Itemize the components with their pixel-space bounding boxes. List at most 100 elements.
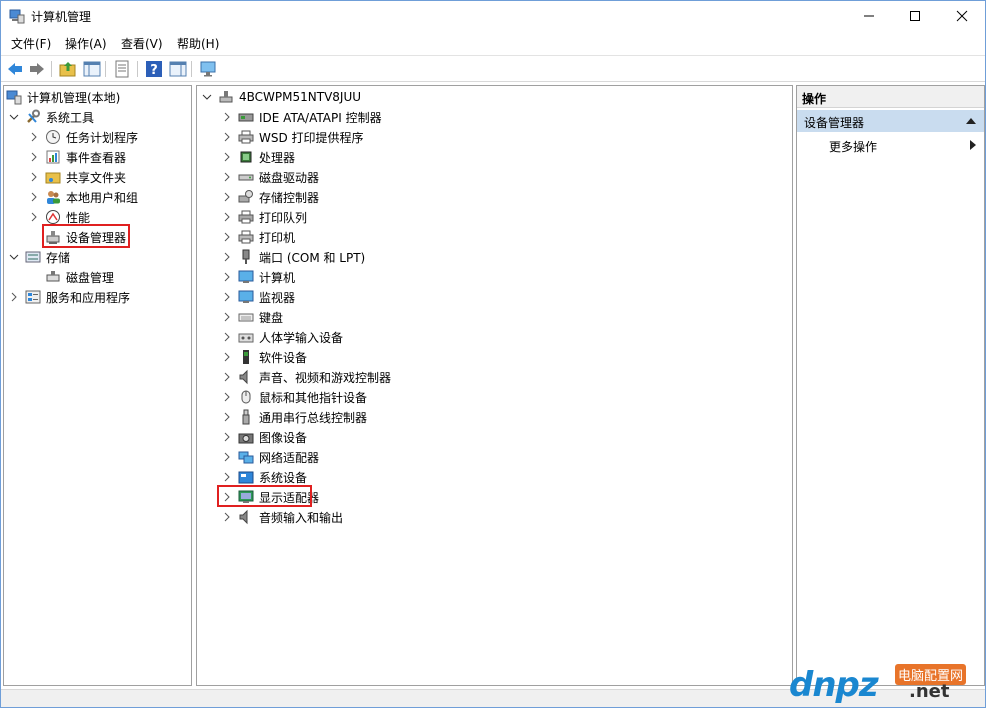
audio-io-icon xyxy=(239,509,248,525)
print-queue-icon xyxy=(238,210,254,224)
chevron-right-icon[interactable] xyxy=(28,211,40,223)
device-category-row[interactable]: 鼠标和其他指针设备 xyxy=(221,387,367,407)
menu-action[interactable]: 操作(A) xyxy=(65,35,107,52)
chevron-right-icon[interactable] xyxy=(221,291,233,303)
chevron-right-icon[interactable] xyxy=(8,291,20,303)
chevron-down-icon[interactable] xyxy=(8,111,20,123)
more-actions[interactable]: 更多操作 xyxy=(797,134,984,156)
chevron-right-icon[interactable] xyxy=(28,171,40,183)
tree-storage[interactable]: 存储 xyxy=(8,247,70,267)
device-category-row[interactable]: 监视器 xyxy=(221,287,295,307)
device-category-label: 图像设备 xyxy=(259,430,308,445)
tree-services[interactable]: 服务和应用程序 xyxy=(8,287,130,307)
chevron-right-icon[interactable] xyxy=(221,111,233,123)
computer-management-icon xyxy=(9,9,25,24)
device-root[interactable]: 4BCWPM51NTV8JUU xyxy=(201,87,361,107)
tree-item-label: 本地用户和组 xyxy=(66,190,139,205)
chevron-right-icon[interactable] xyxy=(221,251,233,263)
device-category-row[interactable]: 声音、视频和游戏控制器 xyxy=(221,367,391,387)
device-category-row[interactable]: 存储控制器 xyxy=(221,187,319,207)
tree-item-task-scheduler[interactable]: 任务计划程序 xyxy=(28,127,138,147)
close-button[interactable] xyxy=(939,1,985,31)
chevron-right-icon[interactable] xyxy=(221,171,233,183)
device-category-row[interactable]: 网络适配器 xyxy=(221,447,319,467)
chevron-right-icon[interactable] xyxy=(221,371,233,383)
help-icon[interactable]: ? xyxy=(145,60,163,78)
chevron-right-icon[interactable] xyxy=(221,191,233,203)
chevron-right-icon[interactable] xyxy=(221,131,233,143)
up-folder-icon[interactable] xyxy=(59,60,77,78)
chevron-right-icon[interactable] xyxy=(28,151,40,163)
tree-root[interactable]: 计算机管理(本地) xyxy=(6,87,120,107)
device-category-row[interactable]: WSD 打印提供程序 xyxy=(221,127,364,147)
show-action-pane-icon[interactable] xyxy=(169,60,187,78)
chevron-right-icon[interactable] xyxy=(221,451,233,463)
device-category-row[interactable]: 音频输入和输出 xyxy=(221,507,343,527)
monitor-icon[interactable] xyxy=(199,60,217,78)
toolbar-separator xyxy=(191,61,192,77)
actions-header: 操作 xyxy=(797,86,984,108)
device-category-row[interactable]: 图像设备 xyxy=(221,427,307,447)
tree-item-shared-folders[interactable]: 共享文件夹 xyxy=(28,167,126,187)
device-category-row[interactable]: 计算机 xyxy=(221,267,295,287)
chevron-right-icon[interactable] xyxy=(221,351,233,363)
device-category-row[interactable]: 磁盘驱动器 xyxy=(221,167,319,187)
device-category-row[interactable]: IDE ATA/ATAPI 控制器 xyxy=(221,107,382,127)
show-hide-tree-icon[interactable] xyxy=(83,60,101,78)
collapse-triangle-icon[interactable] xyxy=(966,117,976,124)
tree-system-tools[interactable]: 系统工具 xyxy=(8,107,94,127)
menu-bar: 文件(F) 操作(A) 查看(V) 帮助(H) xyxy=(1,32,985,54)
chevron-right-icon[interactable] xyxy=(221,231,233,243)
maximize-button[interactable] xyxy=(892,1,938,31)
device-category-row[interactable]: 人体学输入设备 xyxy=(221,327,343,347)
device-category-label: WSD 打印提供程序 xyxy=(259,130,364,145)
device-category-row[interactable]: 通用串行总线控制器 xyxy=(221,407,367,427)
chevron-right-icon[interactable] xyxy=(28,131,40,143)
chevron-down-icon[interactable] xyxy=(8,251,20,263)
forward-icon[interactable] xyxy=(28,60,46,78)
menu-help[interactable]: 帮助(H) xyxy=(177,35,219,52)
tree-storage-label: 存储 xyxy=(46,250,71,265)
chevron-right-icon[interactable] xyxy=(221,311,233,323)
computer-icon xyxy=(219,91,233,103)
tree-item-local-users[interactable]: 本地用户和组 xyxy=(28,187,138,207)
device-category-row[interactable]: 处理器 xyxy=(221,147,295,167)
tree-item-event-viewer[interactable]: 事件查看器 xyxy=(28,147,126,167)
disk-management-icon xyxy=(46,271,60,282)
device-category-row[interactable]: 打印机 xyxy=(221,227,295,247)
chevron-right-icon[interactable] xyxy=(221,471,233,483)
chevron-down-icon[interactable] xyxy=(201,91,213,103)
hid-icon xyxy=(238,333,254,343)
tree-root-label: 计算机管理(本地) xyxy=(27,90,121,105)
device-category-row[interactable]: 端口 (COM 和 LPT) xyxy=(221,247,365,267)
watermark-net: .net xyxy=(909,681,950,702)
camera-icon xyxy=(238,433,254,444)
chevron-right-icon[interactable] xyxy=(28,191,40,203)
chevron-right-icon[interactable] xyxy=(221,211,233,223)
menu-file[interactable]: 文件(F) xyxy=(11,35,51,52)
tree-item-disk-management[interactable]: 磁盘管理 xyxy=(45,267,114,287)
export-list-icon[interactable] xyxy=(113,60,131,78)
tree-item-label: 任务计划程序 xyxy=(66,130,139,145)
chevron-right-icon[interactable] xyxy=(221,411,233,423)
tools-icon xyxy=(27,109,40,123)
chevron-right-icon[interactable] xyxy=(221,331,233,343)
device-category-label: 音频输入和输出 xyxy=(259,510,344,525)
actions-section-device-manager[interactable]: 设备管理器 xyxy=(797,110,984,132)
device-category-row[interactable]: 键盘 xyxy=(221,307,283,327)
chevron-right-icon[interactable] xyxy=(221,391,233,403)
back-icon[interactable] xyxy=(6,60,24,78)
tree-item-label: 事件查看器 xyxy=(66,150,127,165)
chevron-right-icon[interactable] xyxy=(221,271,233,283)
chevron-right-icon[interactable] xyxy=(221,511,233,523)
chevron-right-icon[interactable] xyxy=(221,151,233,163)
chevron-right-icon[interactable] xyxy=(221,431,233,443)
computer-management-icon xyxy=(6,90,22,105)
minimize-button[interactable] xyxy=(846,1,892,31)
device-category-row[interactable]: 软件设备 xyxy=(221,347,307,367)
menu-view[interactable]: 查看(V) xyxy=(121,35,163,52)
device-category-row[interactable]: 打印队列 xyxy=(221,207,307,227)
device-manager-highlight xyxy=(42,224,130,248)
actions-section-label: 设备管理器 xyxy=(804,116,865,130)
device-category-row[interactable]: 系统设备 xyxy=(221,467,307,487)
